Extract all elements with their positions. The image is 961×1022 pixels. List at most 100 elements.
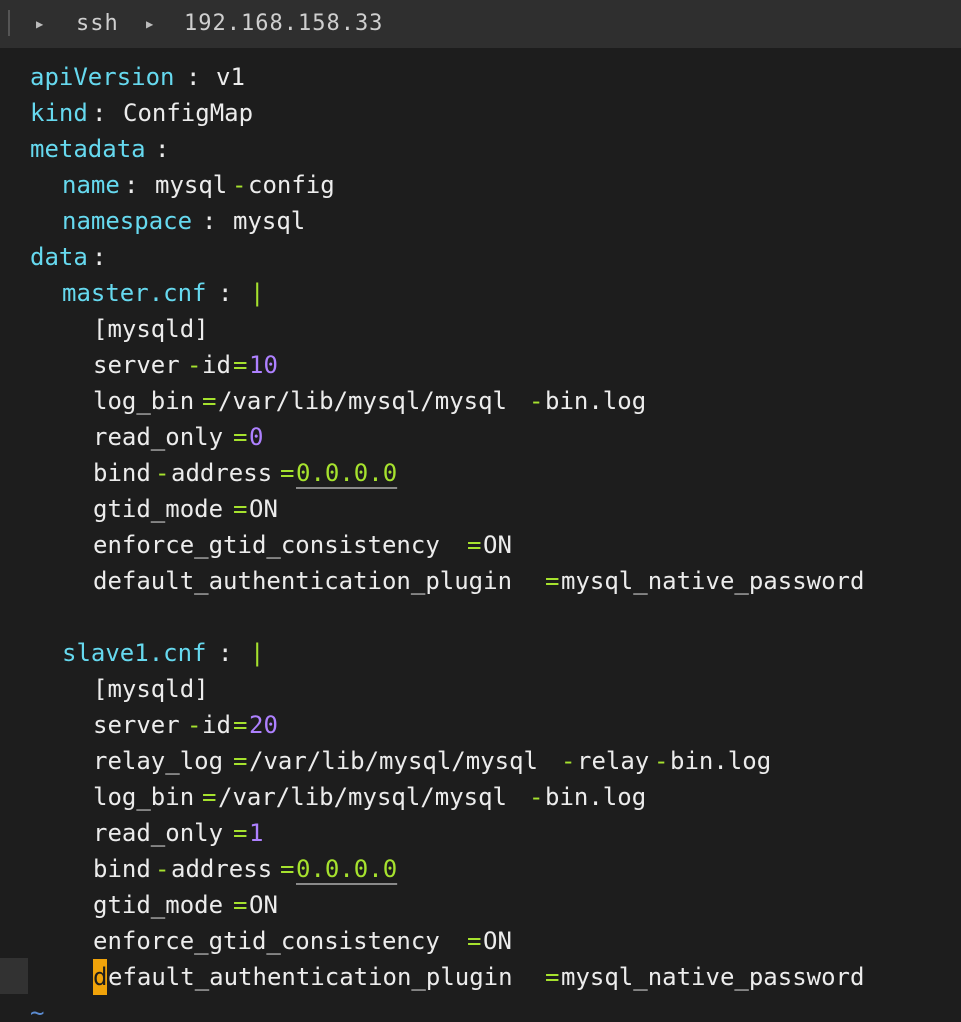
equals-operator: = [233,351,248,379]
code-line: [mysqld] [0,671,961,707]
code-line: default_authentication_plugin = mysql_na… [0,563,961,599]
equals-operator: = [233,711,248,739]
code-line: apiVersion : v1 [0,59,961,95]
code-line: enforce_gtid_consistency = ON [0,527,961,563]
yaml-colon: : [218,279,247,307]
equals-operator: = [233,495,248,523]
breadcrumb-ssh[interactable]: ssh [76,11,119,36]
code-line: ~ [0,995,961,1022]
yaml-colon: : [202,207,231,235]
ini-number: 0 [249,423,264,451]
yaml-value: ConfigMap [123,99,254,127]
equals-operator: = [467,927,482,955]
ip-address: 0.0.0.0 [296,459,398,487]
chevron-right-icon: ▶ [146,17,154,31]
ini-value: bin.log [545,387,647,415]
ini-number: 20 [249,711,278,739]
text-cursor[interactable]: d [93,959,108,995]
code-line: read_only = 0 [0,419,961,455]
ini-key: enforce_gtid_consistency [93,927,440,955]
ini-key: gtid_mode [93,495,224,523]
equals-operator: = [233,891,248,919]
equals-operator: = [233,423,248,451]
yaml-key: kind [30,99,88,127]
ip-address: 0.0.0.0 [296,855,398,883]
terminal-editor[interactable]: apiVersion : v1 kind : ConfigMap metadat… [0,48,961,1022]
chevron-right-icon: ▶ [36,17,44,31]
ini-value: ON [483,927,512,955]
ini-value: mysql_native_password [561,963,865,991]
dash-operator: - [155,459,170,487]
code-line: data : [0,239,961,275]
code-line: metadata : [0,131,961,167]
ini-section: [mysqld] [93,315,209,343]
ini-key: enforce_gtid_consistency [93,531,440,559]
ini-key: bind [93,459,151,487]
ini-key: default_authentication_plugin [93,567,513,595]
tab-edge-divider [8,10,10,36]
equals-operator: = [280,855,295,883]
code-line: server - id = 20 [0,707,961,743]
code-line: slave1.cnf : | [0,635,961,671]
dash-operator: - [529,783,544,811]
dash-operator: - [232,171,247,199]
ini-value: /var/lib/mysql/mysql [249,747,538,775]
yaml-value: mysql [233,207,306,235]
ini-key: read_only [93,423,224,451]
code-line: namespace : mysql [0,203,961,239]
ini-value: ON [483,531,512,559]
yaml-key: name [62,171,120,199]
dash-operator: - [529,387,544,415]
code-line: log_bin = /var/lib/mysql/mysql - bin.log [0,779,961,815]
ini-value: ON [249,495,278,523]
empty-line-tilde: ~ [30,999,45,1022]
equals-operator: = [545,567,560,595]
code-line: master.cnf : | [0,275,961,311]
equals-operator: = [202,387,217,415]
yaml-value: config [248,171,335,199]
dash-operator: - [654,747,669,775]
yaml-key: metadata [30,135,146,163]
ini-key: gtid_mode [93,891,224,919]
ini-value: bin.log [670,747,772,775]
ini-key: server [93,351,180,379]
code-line: bind - address = 0.0.0.0 [0,455,961,491]
yaml-key: apiVersion [30,63,175,91]
equals-operator: = [545,963,560,991]
equals-operator: = [467,531,482,559]
ini-key: address [171,459,273,487]
block-scalar-pipe: | [250,639,265,667]
ini-value: /var/lib/mysql/mysql [218,387,507,415]
code-line: [mysqld] [0,311,961,347]
code-line: name : mysql - config [0,167,961,203]
yaml-colon: : [92,99,121,127]
ini-value: mysql_native_password [561,567,865,595]
ini-key: read_only [93,819,224,847]
breadcrumb-host[interactable]: 192.168.158.33 [184,11,383,36]
ini-key: relay_log [93,747,224,775]
dash-operator: - [561,747,576,775]
ini-value: relay [577,747,650,775]
yaml-key: data [30,243,88,271]
yaml-colon: : [124,171,153,199]
code-line: gtid_mode = ON [0,491,961,527]
code-line-current: d efault_authentication_plugin = mysql_n… [0,959,961,995]
ini-key: efault_authentication_plugin [108,963,513,991]
ini-key: log_bin [93,387,195,415]
equals-operator: = [233,819,248,847]
dash-operator: - [155,855,170,883]
equals-operator: = [233,747,248,775]
code-line: enforce_gtid_consistency = ON [0,923,961,959]
ini-key: log_bin [93,783,195,811]
code-line: read_only = 1 [0,815,961,851]
yaml-value: mysql [155,171,228,199]
ini-value: ON [249,891,278,919]
ini-key: id [202,351,231,379]
ini-key: address [171,855,273,883]
yaml-colon: : [155,135,170,163]
yaml-colon: : [186,63,215,91]
code-line: bind - address = 0.0.0.0 [0,851,961,887]
yaml-key: slave1.cnf [62,639,207,667]
ini-number: 10 [249,351,278,379]
yaml-value: v1 [216,63,245,91]
